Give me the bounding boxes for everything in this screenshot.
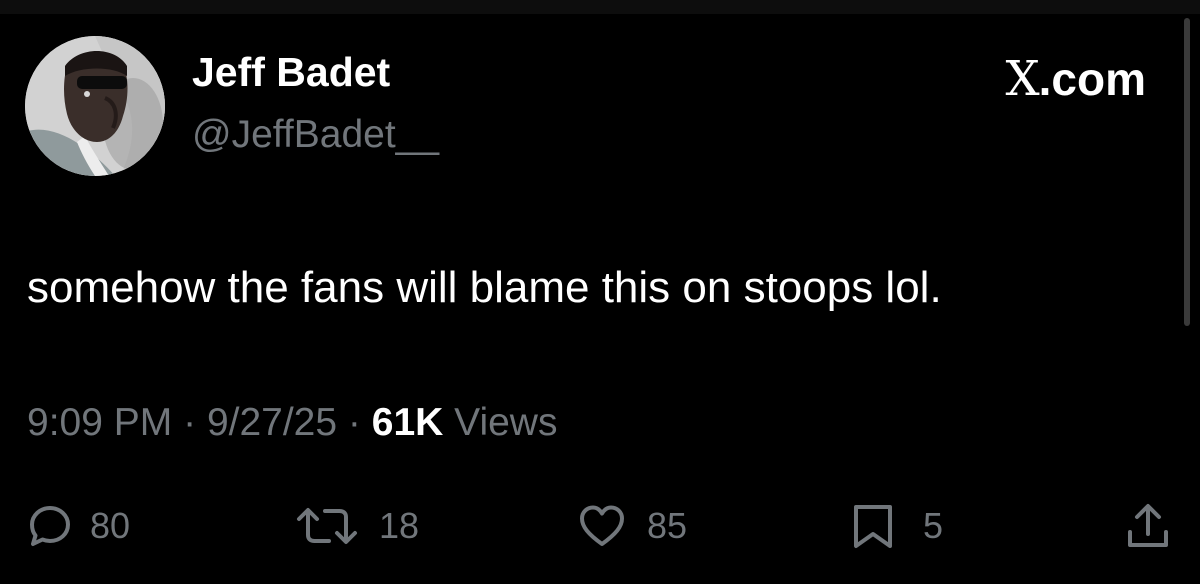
heart-icon bbox=[578, 503, 626, 549]
scrollbar[interactable] bbox=[1184, 18, 1190, 326]
repost-button[interactable]: 18 bbox=[295, 503, 419, 549]
like-count: 85 bbox=[647, 505, 688, 546]
share-icon bbox=[1125, 502, 1171, 550]
reply-button[interactable]: 80 bbox=[27, 503, 130, 549]
tweet-time[interactable]: 9:09 PM bbox=[27, 401, 172, 444]
tweet-meta: 9:09 PM · 9/27/25 · 61K Views bbox=[27, 403, 557, 442]
x-logo: X bbox=[1005, 51, 1039, 107]
user-handle[interactable]: @JeffBadet__ bbox=[192, 115, 439, 154]
tweet-date[interactable]: 9/27/25 bbox=[207, 401, 337, 444]
reply-count: 80 bbox=[90, 505, 131, 546]
repost-count: 18 bbox=[379, 505, 420, 546]
status-bar-strip bbox=[0, 0, 1200, 14]
bookmark-button[interactable]: 5 bbox=[851, 503, 943, 549]
reply-icon bbox=[27, 503, 73, 549]
bookmark-icon bbox=[851, 502, 895, 550]
display-name[interactable]: Jeff Badet bbox=[192, 52, 390, 93]
views-label: Views bbox=[454, 401, 558, 444]
bookmark-count: 5 bbox=[923, 505, 944, 546]
like-button[interactable]: 85 bbox=[578, 503, 687, 549]
tweet-text: somehow the fans will blame this on stoo… bbox=[27, 263, 942, 312]
meta-separator: · bbox=[347, 401, 361, 444]
repost-icon bbox=[295, 503, 359, 549]
site-logo[interactable]: X .com bbox=[1005, 55, 1146, 103]
share-button[interactable] bbox=[1125, 503, 1171, 549]
views-count: 61K bbox=[371, 401, 444, 444]
site-domain: .com bbox=[1038, 53, 1146, 105]
meta-separator: · bbox=[183, 401, 197, 444]
avatar[interactable] bbox=[25, 36, 165, 176]
